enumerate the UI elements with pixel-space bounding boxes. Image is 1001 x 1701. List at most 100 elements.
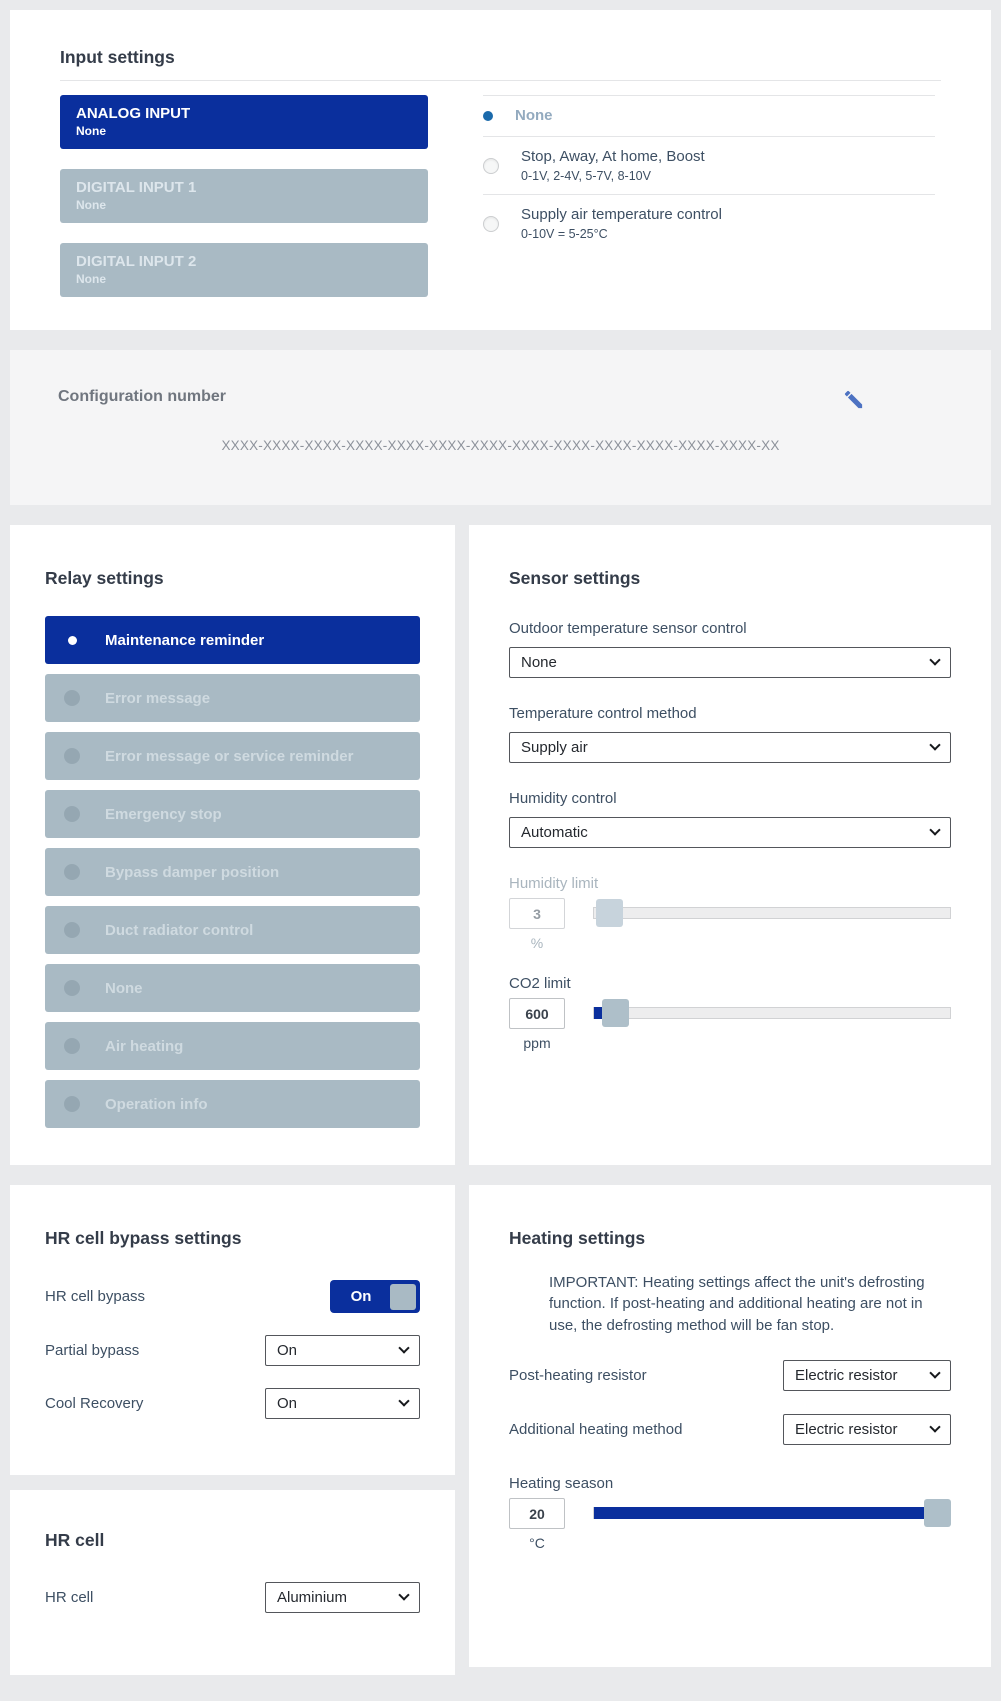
hr-cell-bypass-settings-panel: HR cell bypass settings HR cell bypass O… [10,1185,455,1475]
bullet-icon [64,1096,80,1112]
slider-thumb[interactable] [602,999,629,1027]
select-value: Electric resistor [795,1367,898,1384]
relay-item-emergency-stop[interactable]: Emergency stop [45,790,420,838]
hr-cell-bypass-settings-title: HR cell bypass settings [45,1228,420,1249]
heating-season-slider[interactable] [593,1498,951,1529]
radio-selected-icon[interactable] [483,111,493,121]
input-button-digital-2[interactable]: DIGITAL INPUT 2 None [60,243,428,297]
humidity-limit-group: Humidity limit 3 % [509,875,951,951]
heating-season-unit: °C [509,1535,565,1551]
chevron-down-icon [929,654,940,665]
humidity-control-select[interactable]: Automatic [509,817,951,848]
heating-important-notice: IMPORTANT: Heating settings affect the u… [549,1272,951,1336]
relay-option-list: Maintenance reminder Error message Error… [45,616,420,1128]
input-settings-title: Input settings [60,47,941,68]
input-button-digital-1[interactable]: DIGITAL INPUT 1 None [60,169,428,223]
slider-thumb[interactable] [596,899,623,927]
partial-bypass-label: Partial bypass [45,1342,139,1359]
input-button-value: None [76,198,412,213]
option-label: None [515,106,553,126]
heating-season-value[interactable]: 20 [509,1498,565,1529]
co2-limit-slider[interactable] [593,998,951,1029]
heating-settings-title: Heating settings [509,1228,951,1249]
option-none[interactable]: None [483,95,935,136]
input-settings-panel: Input settings ANALOG INPUT None DIGITAL… [10,10,991,330]
relay-item-maintenance-reminder[interactable]: Maintenance reminder [45,616,420,664]
relay-item-label: Air heating [105,1038,183,1055]
humidity-limit-unit: % [509,935,565,951]
relay-item-air-heating[interactable]: Air heating [45,1022,420,1070]
co2-limit-value[interactable]: 600 [509,998,565,1029]
cool-recovery-select[interactable]: On [265,1388,420,1419]
chevron-down-icon [398,1589,409,1600]
hr-cell-bypass-toggle[interactable]: On [330,1280,420,1313]
pencil-icon[interactable] [842,388,865,411]
relay-item-label: Error message [105,690,210,707]
heating-settings-panel: Heating settings IMPORTANT: Heating sett… [469,1185,991,1667]
co2-limit-label: CO2 limit [509,975,951,992]
input-button-label: DIGITAL INPUT 1 [76,178,412,198]
select-value: On [277,1395,297,1412]
chevron-down-icon [929,739,940,750]
input-button-analog[interactable]: ANALOG INPUT None [60,95,428,149]
bullet-icon [64,922,80,938]
input-button-list: ANALOG INPUT None DIGITAL INPUT 1 None D… [60,95,428,317]
configuration-number-title: Configuration number [58,388,226,406]
humidity-control-label: Humidity control [509,790,951,807]
relay-item-label: Maintenance reminder [105,632,264,649]
temperature-control-method-select[interactable]: Supply air [509,732,951,763]
bullet-icon [64,748,80,764]
chevron-down-icon [929,1368,940,1379]
chevron-down-icon [929,1422,940,1433]
post-heating-resistor-label: Post-heating resistor [509,1367,647,1384]
sensor-settings-panel: Sensor settings Outdoor temperature sens… [469,525,991,1165]
option-sublabel: 0-1V, 2-4V, 5-7V, 8-10V [521,169,705,184]
relay-item-label: None [105,980,143,997]
relay-item-label: Error message or service reminder [105,748,353,765]
post-heating-resistor-select[interactable]: Electric resistor [783,1360,951,1391]
cool-recovery-label: Cool Recovery [45,1395,143,1412]
option-supply-air-temperature-control[interactable]: Supply air temperature control 0-10V = 5… [483,194,935,252]
relay-item-error-or-service-reminder[interactable]: Error message or service reminder [45,732,420,780]
bullet-icon [64,980,80,996]
relay-item-duct-radiator-control[interactable]: Duct radiator control [45,906,420,954]
hr-cell-select[interactable]: Aluminium [265,1582,420,1613]
relay-item-error-message[interactable]: Error message [45,674,420,722]
select-value: Electric resistor [795,1421,898,1438]
input-button-value: None [76,272,412,287]
slider-track[interactable] [593,907,951,919]
radio-icon[interactable] [483,216,499,232]
toggle-knob[interactable] [390,1284,416,1310]
input-button-value: None [76,124,412,139]
bullet-icon [64,864,80,880]
select-value: None [521,654,557,671]
input-button-label: ANALOG INPUT [76,104,412,124]
relay-item-label: Duct radiator control [105,922,253,939]
relay-item-operation-info[interactable]: Operation info [45,1080,420,1128]
additional-heating-method-select[interactable]: Electric resistor [783,1414,951,1445]
chevron-down-icon [929,824,940,835]
outdoor-temp-sensor-select[interactable]: None [509,647,951,678]
select-value: Aluminium [277,1589,347,1606]
option-stop-away-athome-boost[interactable]: Stop, Away, At home, Boost 0-1V, 2-4V, 5… [483,136,935,194]
select-value: On [277,1342,297,1359]
relay-settings-title: Relay settings [45,568,420,589]
slider-thumb[interactable] [924,1499,951,1527]
relay-item-none[interactable]: None [45,964,420,1012]
outdoor-temp-sensor-label: Outdoor temperature sensor control [509,620,951,637]
relay-item-label: Bypass damper position [105,864,279,881]
humidity-limit-value[interactable]: 3 [509,898,565,929]
humidity-limit-label: Humidity limit [509,875,951,892]
co2-limit-unit: ppm [509,1035,565,1051]
relay-item-bypass-damper-position[interactable]: Bypass damper position [45,848,420,896]
partial-bypass-select[interactable]: On [265,1335,420,1366]
divider [60,80,941,81]
slider-track[interactable] [593,1007,951,1019]
heating-season-label: Heating season [509,1475,951,1492]
bullet-icon [64,690,80,706]
humidity-limit-slider[interactable] [593,898,951,929]
radio-icon[interactable] [483,158,499,174]
input-button-label: DIGITAL INPUT 2 [76,252,412,272]
slider-fill [594,1507,950,1519]
sensor-settings-title: Sensor settings [509,568,951,589]
